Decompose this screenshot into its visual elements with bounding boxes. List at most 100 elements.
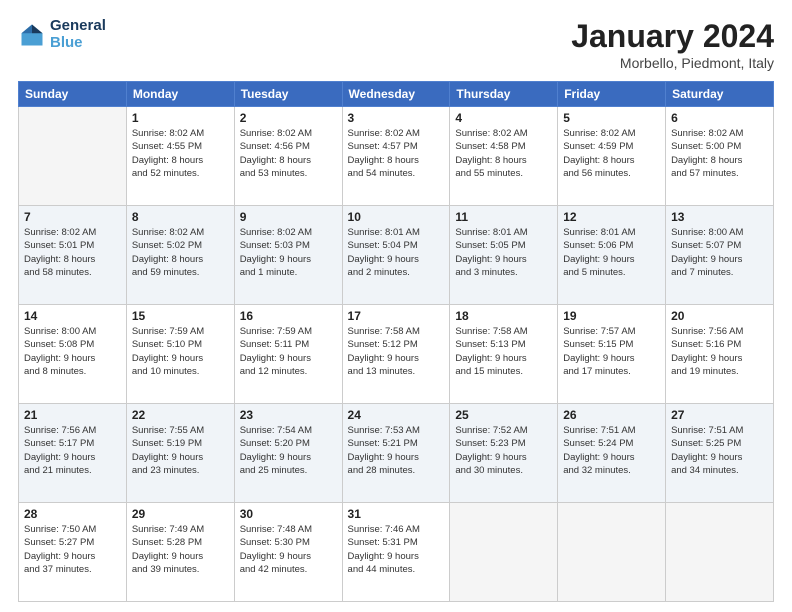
day-info: Sunrise: 8:00 AMSunset: 5:07 PMDaylight:… xyxy=(671,226,768,279)
calendar-week-row: 1 Sunrise: 8:02 AMSunset: 4:55 PMDaylight… xyxy=(19,107,774,206)
day-number: 5 xyxy=(563,111,660,125)
col-sunday: Sunday xyxy=(19,82,127,107)
table-row: 6 Sunrise: 8:02 AMSunset: 5:00 PMDaylight… xyxy=(666,107,774,206)
day-info: Sunrise: 8:02 AMSunset: 4:57 PMDaylight:… xyxy=(348,127,445,180)
table-row: 2Sunrise: 8:02 AMSunset: 4:56 PMDaylight… xyxy=(234,107,342,206)
day-number: 21 xyxy=(24,408,121,422)
table-row: 4 Sunrise: 8:02 AMSunset: 4:58 PMDaylight… xyxy=(450,107,558,206)
day-number: 20 xyxy=(671,309,768,323)
table-row xyxy=(19,107,127,206)
table-row: 29 Sunrise: 7:49 AMSunset: 5:28 PMDayligh… xyxy=(126,503,234,602)
day-number: 7 xyxy=(24,210,121,224)
day-number: 22 xyxy=(132,408,229,422)
day-number: 25 xyxy=(455,408,552,422)
day-info: Sunrise: 8:01 AMSunset: 5:04 PMDaylight:… xyxy=(348,226,445,279)
day-info: Sunrise: 7:59 AMSunset: 5:10 PMDaylight:… xyxy=(132,325,229,378)
day-info: Sunrise: 7:55 AMSunset: 5:19 PMDaylight:… xyxy=(132,424,229,477)
day-info: Sunrise: 8:01 AMSunset: 5:06 PMDaylight:… xyxy=(563,226,660,279)
calendar-week-row: 7 Sunrise: 8:02 AMSunset: 5:01 PMDaylight… xyxy=(19,206,774,305)
table-row: 10 Sunrise: 8:01 AMSunset: 5:04 PMDayligh… xyxy=(342,206,450,305)
day-number: 8 xyxy=(132,210,229,224)
table-row: 21 Sunrise: 7:56 AMSunset: 5:17 PMDayligh… xyxy=(19,404,127,503)
day-number: 12 xyxy=(563,210,660,224)
table-row xyxy=(450,503,558,602)
page: General Blue January 2024 Morbello, Pied… xyxy=(0,0,792,612)
table-row: 26 Sunrise: 7:51 AMSunset: 5:24 PMDayligh… xyxy=(558,404,666,503)
location-subtitle: Morbello, Piedmont, Italy xyxy=(571,55,774,71)
col-thursday: Thursday xyxy=(450,82,558,107)
logo-icon xyxy=(18,21,46,49)
month-title: January 2024 xyxy=(571,18,774,55)
day-info: Sunrise: 7:46 AMSunset: 5:31 PMDaylight:… xyxy=(348,523,445,576)
table-row: 18 Sunrise: 7:58 AMSunset: 5:13 PMDayligh… xyxy=(450,305,558,404)
logo-text: General Blue xyxy=(50,18,106,51)
day-info: Sunrise: 7:52 AMSunset: 5:23 PMDaylight:… xyxy=(455,424,552,477)
day-number: 27 xyxy=(671,408,768,422)
table-row: 5 Sunrise: 8:02 AMSunset: 4:59 PMDaylight… xyxy=(558,107,666,206)
day-info: Sunrise: 7:49 AMSunset: 5:28 PMDaylight:… xyxy=(132,523,229,576)
col-tuesday: Tuesday xyxy=(234,82,342,107)
day-number: 11 xyxy=(455,210,552,224)
table-row: 30Sunrise: 7:48 AMSunset: 5:30 PMDayligh… xyxy=(234,503,342,602)
day-number: 15 xyxy=(132,309,229,323)
day-number: 4 xyxy=(455,111,552,125)
calendar-table: Sunday Monday Tuesday Wednesday Thursday… xyxy=(18,81,774,602)
table-row: 24Sunrise: 7:53 AMSunset: 5:21 PMDayligh… xyxy=(342,404,450,503)
day-info: Sunrise: 7:50 AMSunset: 5:27 PMDaylight:… xyxy=(24,523,121,576)
table-row: 8 Sunrise: 8:02 AMSunset: 5:02 PMDaylight… xyxy=(126,206,234,305)
day-info: Sunrise: 7:57 AMSunset: 5:15 PMDaylight:… xyxy=(563,325,660,378)
day-info: Sunrise: 8:02 AMSunset: 5:02 PMDaylight:… xyxy=(132,226,229,279)
table-row: 7 Sunrise: 8:02 AMSunset: 5:01 PMDaylight… xyxy=(19,206,127,305)
day-info: Sunrise: 7:53 AMSunset: 5:21 PMDaylight:… xyxy=(348,424,445,477)
day-info: Sunrise: 7:56 AMSunset: 5:17 PMDaylight:… xyxy=(24,424,121,477)
day-info: Sunrise: 7:51 AMSunset: 5:25 PMDaylight:… xyxy=(671,424,768,477)
table-row xyxy=(558,503,666,602)
logo: General Blue xyxy=(18,18,106,51)
day-number: 1 xyxy=(132,111,229,125)
day-info: Sunrise: 8:02 AMSunset: 4:58 PMDaylight:… xyxy=(455,127,552,180)
col-monday: Monday xyxy=(126,82,234,107)
calendar-header-row: Sunday Monday Tuesday Wednesday Thursday… xyxy=(19,82,774,107)
table-row: 14Sunrise: 8:00 AMSunset: 5:08 PMDayligh… xyxy=(19,305,127,404)
calendar-week-row: 21 Sunrise: 7:56 AMSunset: 5:17 PMDayligh… xyxy=(19,404,774,503)
day-info: Sunrise: 7:59 AMSunset: 5:11 PMDaylight:… xyxy=(240,325,337,378)
day-info: Sunrise: 8:02 AMSunset: 5:00 PMDaylight:… xyxy=(671,127,768,180)
day-info: Sunrise: 8:02 AMSunset: 4:59 PMDaylight:… xyxy=(563,127,660,180)
day-number: 14 xyxy=(24,309,121,323)
table-row: 25 Sunrise: 7:52 AMSunset: 5:23 PMDayligh… xyxy=(450,404,558,503)
day-info: Sunrise: 8:02 AMSunset: 5:01 PMDaylight:… xyxy=(24,226,121,279)
day-number: 19 xyxy=(563,309,660,323)
col-saturday: Saturday xyxy=(666,82,774,107)
table-row: 27 Sunrise: 7:51 AMSunset: 5:25 PMDayligh… xyxy=(666,404,774,503)
table-row xyxy=(666,503,774,602)
day-number: 26 xyxy=(563,408,660,422)
day-info: Sunrise: 7:58 AMSunset: 5:13 PMDaylight:… xyxy=(455,325,552,378)
day-number: 6 xyxy=(671,111,768,125)
calendar-week-row: 28 Sunrise: 7:50 AMSunset: 5:27 PMDayligh… xyxy=(19,503,774,602)
col-friday: Friday xyxy=(558,82,666,107)
day-info: Sunrise: 7:54 AMSunset: 5:20 PMDaylight:… xyxy=(240,424,337,477)
day-number: 10 xyxy=(348,210,445,224)
table-row: 31 Sunrise: 7:46 AMSunset: 5:31 PMDayligh… xyxy=(342,503,450,602)
day-number: 29 xyxy=(132,507,229,521)
table-row: 16Sunrise: 7:59 AMSunset: 5:11 PMDayligh… xyxy=(234,305,342,404)
table-row: 11Sunrise: 8:01 AMSunset: 5:05 PMDayligh… xyxy=(450,206,558,305)
table-row: 13Sunrise: 8:00 AMSunset: 5:07 PMDayligh… xyxy=(666,206,774,305)
day-info: Sunrise: 7:51 AMSunset: 5:24 PMDaylight:… xyxy=(563,424,660,477)
day-info: Sunrise: 8:02 AMSunset: 5:03 PMDaylight:… xyxy=(240,226,337,279)
title-block: January 2024 Morbello, Piedmont, Italy xyxy=(571,18,774,71)
day-number: 28 xyxy=(24,507,121,521)
day-number: 9 xyxy=(240,210,337,224)
day-info: Sunrise: 8:02 AMSunset: 4:55 PMDaylight:… xyxy=(132,127,229,180)
day-number: 30 xyxy=(240,507,337,521)
table-row: 22 Sunrise: 7:55 AMSunset: 5:19 PMDayligh… xyxy=(126,404,234,503)
day-info: Sunrise: 7:58 AMSunset: 5:12 PMDaylight:… xyxy=(348,325,445,378)
table-row: 9 Sunrise: 8:02 AMSunset: 5:03 PMDaylight… xyxy=(234,206,342,305)
table-row: 3 Sunrise: 8:02 AMSunset: 4:57 PMDaylight… xyxy=(342,107,450,206)
day-number: 18 xyxy=(455,309,552,323)
day-number: 31 xyxy=(348,507,445,521)
day-number: 3 xyxy=(348,111,445,125)
header: General Blue January 2024 Morbello, Pied… xyxy=(18,18,774,71)
table-row: 12 Sunrise: 8:01 AMSunset: 5:06 PMDayligh… xyxy=(558,206,666,305)
day-number: 2 xyxy=(240,111,337,125)
